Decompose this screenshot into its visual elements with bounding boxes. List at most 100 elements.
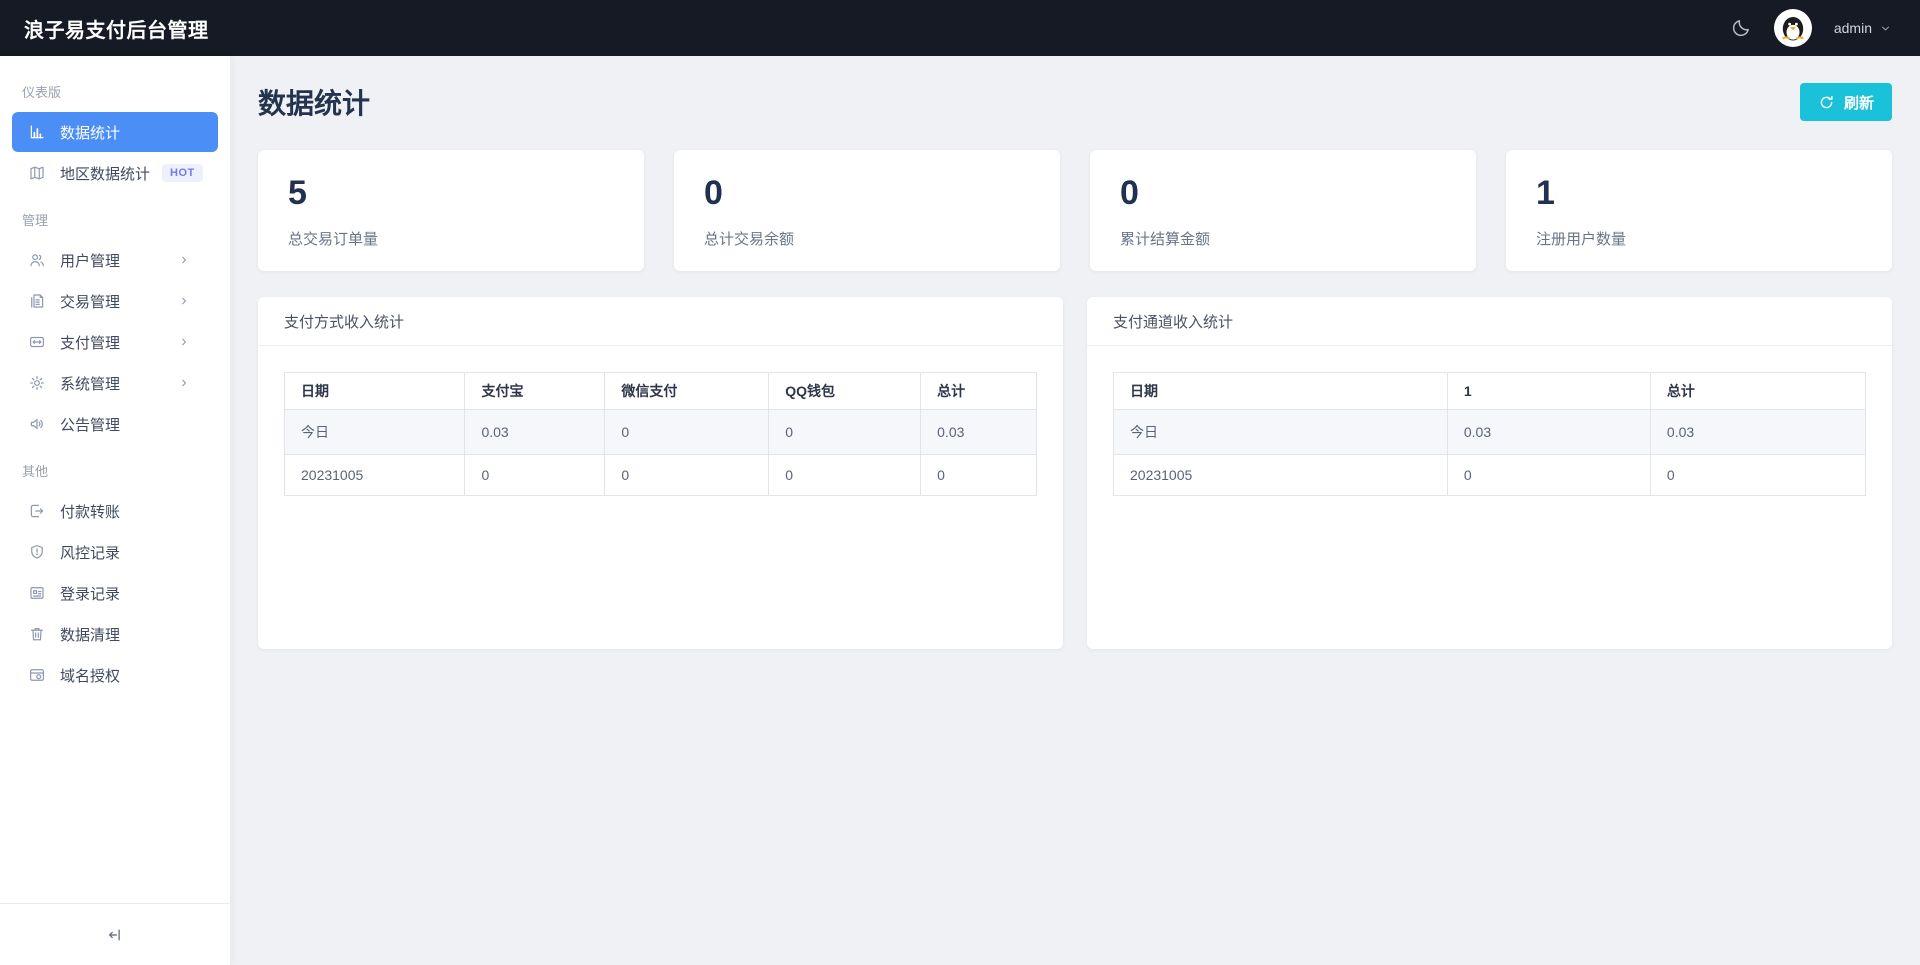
table-cell: 0 (768, 454, 922, 496)
table-card: 支付方式收入统计 日期 支付宝 微信支付 QQ钱包 总计 今日 0.03 0 0 0.03 20231… (258, 297, 1063, 649)
data-table: 日期 1 总计 今日 0.03 0.03 20231005 0 0 (1113, 372, 1867, 496)
sidebar-item[interactable]: 风控记录 (12, 532, 218, 572)
app-title: 浪子易支付后台管理 (24, 19, 209, 42)
shield-alert-icon (28, 543, 46, 561)
stat-card: 5 总交易订单量 (258, 150, 644, 271)
sidebar-item-label: 支付管理 (60, 334, 121, 352)
table-row: 今日 0.03 0 0 0.03 (283, 409, 1037, 455)
table-card-title: 支付方式收入统计 (258, 297, 1063, 346)
table-cell: 0 (920, 454, 1037, 496)
sidebar-item-label: 付款转账 (60, 503, 121, 521)
sidebar-item-label: 风控记录 (60, 544, 121, 562)
stat-card: 1 注册用户数量 (1506, 150, 1892, 271)
stat-label: 总交易订单量 (288, 231, 379, 249)
table-cell: 今日 (1113, 409, 1448, 455)
sidebar-item[interactable]: 支付管理 (12, 322, 218, 362)
table-card-body: 日期 支付宝 微信支付 QQ钱包 总计 今日 0.03 0 0 0.03 20231005 0 0 0 0 (258, 346, 1063, 496)
chevron-down-icon (1879, 22, 1892, 35)
penguin-avatar[interactable] (1773, 9, 1812, 47)
stat-card: 0 累计结算金额 (1090, 150, 1476, 271)
bar-chart-icon (28, 123, 46, 141)
refresh-button[interactable]: 刷新 (1799, 83, 1892, 121)
trash-icon (28, 625, 46, 643)
refresh-icon (1818, 94, 1835, 111)
table-cell: 0 (1649, 454, 1867, 496)
table-cell: 今日 (283, 409, 466, 455)
sidebar-item-label: 系统管理 (60, 375, 121, 393)
transaction-icon (28, 333, 46, 351)
table-cell: 20231005 (283, 454, 466, 496)
table-cell: 0.03 (464, 409, 606, 455)
table-cell: 0 (604, 454, 770, 496)
table-header-cell: 日期 (1113, 372, 1448, 410)
moon-icon[interactable] (1730, 17, 1752, 39)
hot-badge: HOT (162, 164, 203, 182)
sidebar-item-label: 数据统计 (60, 124, 121, 142)
users-icon (28, 251, 46, 269)
sidebar-item[interactable]: 登录记录 (12, 573, 218, 613)
table-row: 今日 0.03 0.03 (1113, 409, 1867, 455)
table-header-cell: 支付宝 (464, 372, 606, 410)
sidebar-item-label: 域名授权 (60, 667, 121, 685)
sidebar-item[interactable]: 系统管理 (12, 363, 218, 403)
table-row: 20231005 0 0 (1113, 454, 1867, 496)
data-table: 日期 支付宝 微信支付 QQ钱包 总计 今日 0.03 0 0 0.03 20231005 0 0 0 0 (283, 372, 1037, 496)
sidebar-item[interactable]: 交易管理 (12, 281, 218, 321)
table-cell: 0 (464, 454, 606, 496)
chevron-right-icon (178, 377, 190, 389)
sidebar: 仪表版数据统计地区数据统计 HOT 管理用户管理交易管理支付管理系统管理公告管理其他… (0, 56, 230, 965)
user-menu[interactable]: admin (1834, 20, 1892, 36)
sidebar-item[interactable]: 数据统计 (12, 112, 218, 152)
table-cards-row: 支付方式收入统计 日期 支付宝 微信支付 QQ钱包 总计 今日 0.03 0 0 0.03 20231… (258, 297, 1892, 649)
table-header-cell: QQ钱包 (768, 372, 922, 410)
sidebar-item-label: 数据清理 (60, 626, 121, 644)
sidebar-item-label: 地区数据统计 (60, 165, 151, 183)
stat-label: 累计结算金额 (1120, 231, 1211, 249)
table-cell: 0 (768, 409, 922, 455)
gear-icon (28, 374, 46, 392)
browser-icon (28, 666, 46, 684)
table-cell: 0.03 (1649, 409, 1867, 455)
table-header-cell: 总计 (1649, 372, 1867, 410)
file-text-icon (28, 292, 46, 310)
sidebar-item[interactable]: 付款转账 (12, 491, 218, 531)
idcard-icon (28, 584, 46, 602)
stat-label: 注册用户数量 (1536, 231, 1627, 249)
table-cell: 0 (604, 409, 770, 455)
user-name: admin (1833, 20, 1872, 36)
stat-value: 1 (1536, 174, 1555, 212)
page-header: 数据统计 刷新 (258, 82, 1892, 122)
map-icon (28, 164, 46, 182)
sound-icon (28, 415, 46, 433)
table-card: 支付通道收入统计 日期 1 总计 今日 0.03 0.03 20231005 0 0 (1087, 297, 1892, 649)
sidebar-item[interactable]: 数据清理 (12, 614, 218, 654)
sidebar-collapse-button[interactable] (0, 903, 230, 965)
sidebar-item-label: 交易管理 (60, 293, 121, 311)
table-cell: 0.03 (1446, 409, 1651, 455)
stat-value: 5 (288, 174, 307, 212)
stat-cards-row: 5 总交易订单量 0 总计交易余额 0 累计结算金额 1 注册用户数量 (258, 150, 1892, 271)
sidebar-item[interactable]: 用户管理 (12, 240, 218, 280)
chevron-right-icon (178, 336, 190, 348)
table-card-body: 日期 1 总计 今日 0.03 0.03 20231005 0 0 (1087, 346, 1892, 496)
export-icon (28, 502, 46, 520)
sidebar-section-label: 其他 (22, 464, 49, 479)
table-header-cell: 1 (1446, 372, 1651, 410)
sidebar-item[interactable]: 域名授权 (12, 655, 218, 695)
sidebar-item[interactable]: 地区数据统计 HOT (12, 153, 218, 193)
sidebar-section-label: 仪表版 (22, 85, 62, 100)
page-title: 数据统计 (258, 88, 371, 119)
sidebar-section-label: 管理 (22, 213, 49, 228)
table-header-cell: 总计 (920, 372, 1037, 410)
sidebar-item-label: 登录记录 (60, 585, 121, 603)
main-content: 数据统计 刷新 5 总交易订单量 0 总计交易余额 0 累计结算金额 1 注册用户数量 支付方… (230, 56, 1920, 965)
sidebar-item[interactable]: 公告管理 (12, 404, 218, 444)
chevron-right-icon (178, 254, 190, 266)
app-shell: 仪表版 数据统计 地区数据统计 HOT 管理 用户管理 交易管理 支付管理 系统管理 公告管理 其他… (0, 56, 1920, 965)
sidebar-item-label: 公告管理 (60, 416, 121, 434)
top-header: 浪子易支付后台管理 admin (0, 0, 1920, 56)
table-row: 20231005 0 0 0 0 (283, 454, 1037, 496)
table-card-title: 支付通道收入统计 (1087, 297, 1892, 346)
refresh-button-label: 刷新 (1843, 94, 1874, 112)
table-cell: 0 (1446, 454, 1651, 496)
